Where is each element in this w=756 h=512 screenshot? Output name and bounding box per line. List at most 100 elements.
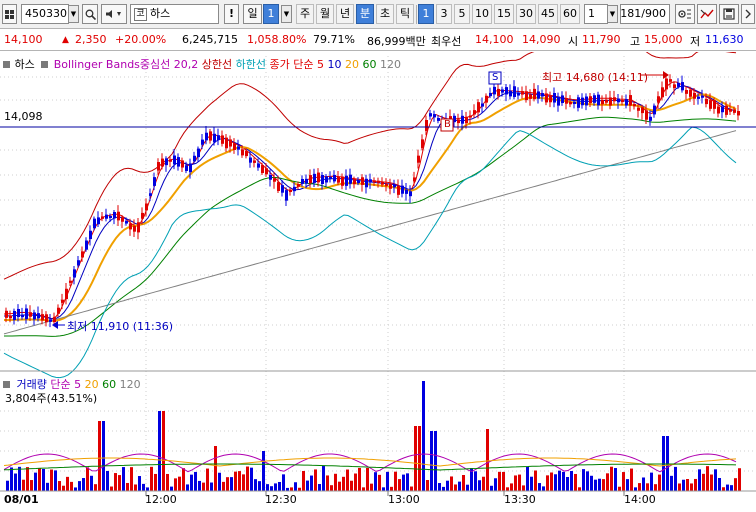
ma-legend[interactable]: 종가 단순 5: [270, 58, 324, 71]
volume-bar: [206, 468, 209, 491]
candle-body: [665, 78, 668, 90]
grid-menu-icon[interactable]: [2, 4, 17, 24]
tab-monthly[interactable]: 월: [316, 4, 334, 24]
interval-10-button[interactable]: 10: [472, 4, 492, 24]
tab-daily[interactable]: 일: [243, 4, 262, 24]
volume-bar: [702, 473, 705, 491]
volume-bar: [318, 484, 321, 491]
ma20-legend[interactable]: 20: [345, 58, 359, 71]
tab-weekly[interactable]: 주: [296, 4, 314, 24]
volume-bar: [570, 470, 573, 491]
interval-3-button[interactable]: 3: [436, 4, 452, 24]
volume-bar: [98, 421, 101, 491]
candle-body: [713, 100, 716, 109]
save-chart-icon[interactable]: [719, 4, 739, 24]
volume-bar: [518, 474, 521, 491]
volume-ma120-legend[interactable]: 120: [120, 378, 141, 391]
candle-body: [657, 96, 660, 103]
interval-30-button[interactable]: 30: [516, 4, 536, 24]
tab-yearly[interactable]: 년: [336, 4, 354, 24]
chart-area[interactable]: 하스 Bollinger Bands중심선 20,2 상한선 하한선 종가 단순…: [0, 40, 756, 512]
panel-handle-icon[interactable]: [3, 61, 10, 68]
tab-second[interactable]: 초: [376, 4, 394, 24]
candle-body: [609, 97, 612, 106]
best-ask-price: 14,100: [475, 33, 514, 46]
volume-bar: [706, 466, 709, 491]
interval-45-button[interactable]: 45: [538, 4, 558, 24]
bb-lower-legend[interactable]: 하한선: [236, 58, 266, 71]
candle-body: [617, 98, 620, 103]
volume-bar: [138, 476, 141, 491]
bb-legend[interactable]: Bollinger Bands중심선 20,2: [54, 58, 199, 71]
volume-bar: [106, 470, 109, 491]
volume-bar: [722, 487, 725, 491]
toolbar-more-icon[interactable]: [741, 4, 755, 24]
candle-body: [321, 174, 324, 185]
volume-handle-icon[interactable]: [3, 381, 10, 388]
period-dropdown-icon[interactable]: ▼: [607, 5, 618, 23]
volume-bar: [202, 482, 205, 491]
candle-body: [589, 96, 592, 104]
price-panel-title: 하스: [14, 58, 35, 71]
candle-body: [137, 222, 140, 233]
bb-upper-legend[interactable]: 상한선: [202, 58, 232, 71]
daily-count-dropdown-icon[interactable]: ▼: [281, 5, 292, 23]
volume-bar: [230, 477, 233, 491]
candle-body: [213, 133, 216, 143]
daily-count-input[interactable]: 1: [263, 4, 279, 24]
interval-1-button[interactable]: 1: [418, 4, 434, 24]
tab-tick[interactable]: 틱: [396, 4, 414, 24]
volume-bar: [86, 467, 89, 491]
candle-body: [217, 135, 220, 141]
candle-body: [721, 106, 724, 113]
volume-bar: [402, 474, 405, 491]
ma120-legend[interactable]: 120: [380, 58, 401, 71]
volume-bar: [378, 474, 381, 491]
candle-body: [593, 95, 596, 103]
volume-bar: [738, 468, 741, 491]
interval-60-button[interactable]: 60: [560, 4, 580, 24]
indicator-icon[interactable]: [697, 4, 717, 24]
price-change: 2,350: [75, 33, 107, 46]
code-dropdown-icon[interactable]: ▼: [68, 5, 79, 23]
volume-bar: [478, 480, 481, 491]
candle-body: [501, 89, 504, 93]
tab-minute[interactable]: 분: [356, 4, 374, 24]
period-input[interactable]: 1: [584, 4, 608, 24]
volume-bar: [538, 483, 541, 491]
volume-bar: [438, 483, 441, 491]
alert-button[interactable]: !: [224, 4, 239, 24]
candle-body: [369, 179, 372, 183]
volume-bar: [70, 481, 73, 491]
chart-canvas[interactable]: [0, 40, 756, 512]
candle-body: [397, 185, 400, 195]
interval-15-button[interactable]: 15: [494, 4, 514, 24]
candle-body: [725, 105, 728, 115]
volume-bar: [46, 482, 49, 491]
candle-body: [701, 95, 704, 98]
volume-bar: [458, 481, 461, 491]
bb-handle-icon[interactable]: [41, 61, 49, 68]
time-label-1400: 14:00: [624, 493, 656, 506]
time-label-date: 08/01: [4, 493, 39, 506]
candle-body: [429, 113, 432, 117]
open-price: 11,790: [582, 33, 621, 46]
volume-bar: [482, 476, 485, 491]
speaker-icon[interactable]: [101, 4, 127, 24]
candle-body: [629, 95, 632, 106]
volume-bar: [614, 468, 617, 491]
stock-name-field[interactable]: 코 하스: [130, 4, 219, 24]
ma60-legend[interactable]: 60: [363, 58, 377, 71]
settings-icon[interactable]: [675, 4, 695, 24]
stock-code-input[interactable]: 450330: [21, 4, 69, 24]
count-display[interactable]: 181/900: [620, 4, 670, 24]
candle-body: [301, 178, 304, 184]
candle-body: [181, 160, 184, 168]
ma10-legend[interactable]: 10: [328, 58, 342, 71]
candle-body: [21, 314, 24, 318]
interval-5-button[interactable]: 5: [454, 4, 470, 24]
volume-bar: [726, 484, 729, 491]
search-icon[interactable]: [82, 4, 98, 24]
volume-ma60-legend[interactable]: 60: [102, 378, 116, 391]
candle-body: [309, 175, 312, 184]
